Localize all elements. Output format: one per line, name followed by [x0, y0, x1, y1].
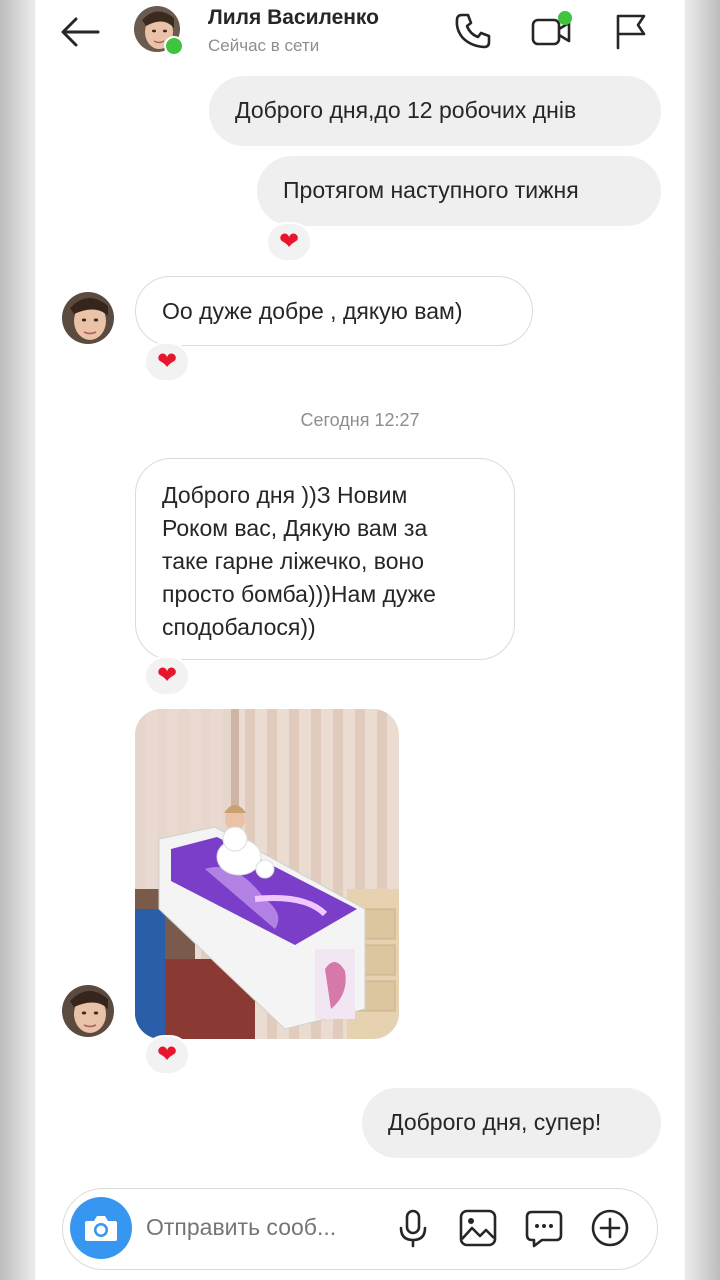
chat-screen: Лиля Василенко Сейчас в сети Доброго дня…	[36, 0, 684, 1280]
incoming-message[interactable]: Доброго дня ))З Новим Роком вас, Дякую в…	[135, 458, 515, 660]
more-options-button[interactable]	[588, 1206, 632, 1250]
back-arrow-icon	[61, 17, 100, 47]
message-text: Протягом наступного тижня	[283, 177, 579, 203]
message-line: Доброго дня ))З Новим	[162, 482, 408, 508]
sticker-button[interactable]	[522, 1206, 566, 1250]
incoming-message[interactable]: Оо дуже добре , дякую вам)	[135, 276, 533, 346]
audio-call-button[interactable]	[452, 10, 494, 52]
back-button[interactable]	[58, 12, 102, 52]
chat-header: Лиля Василенко Сейчас в сети	[36, 0, 684, 64]
sender-avatar[interactable]	[62, 985, 114, 1037]
flag-icon	[616, 14, 646, 50]
bed-photo	[135, 709, 399, 1039]
reaction-badge[interactable]: ❤	[144, 342, 190, 382]
plus-icon	[591, 1209, 629, 1247]
video-call-button[interactable]	[530, 10, 572, 52]
heart-reaction-icon: ❤	[278, 228, 300, 255]
header-avatar[interactable]	[134, 6, 184, 56]
sender-avatar[interactable]	[62, 292, 114, 344]
voice-message-button[interactable]	[391, 1206, 435, 1250]
heart-reaction-icon: ❤	[156, 662, 178, 689]
time-separator: Сегодня 12:27	[300, 410, 420, 430]
message-text: Доброго дня,до 12 робочих днів	[235, 97, 577, 123]
online-status: Сейчас в сети	[208, 36, 320, 55]
message-text: Доброго дня, супер!	[388, 1109, 602, 1135]
photo-message[interactable]	[135, 709, 399, 1039]
gallery-icon	[459, 1209, 497, 1247]
message-line: сподобалося))	[162, 614, 316, 640]
camera-button[interactable]	[70, 1197, 132, 1259]
microphone-icon	[399, 1209, 427, 1248]
reaction-badge[interactable]: ❤	[144, 656, 190, 696]
message-text: Оо дуже добре , дякую вам)	[162, 298, 463, 324]
message-line: таке гарне ліжечко, воно	[162, 548, 424, 574]
sticker-icon	[525, 1210, 563, 1248]
gallery-button[interactable]	[456, 1206, 500, 1250]
report-button[interactable]	[610, 10, 652, 52]
phone-icon	[455, 13, 491, 49]
camera-icon	[85, 1216, 117, 1241]
heart-reaction-icon: ❤	[156, 348, 178, 375]
message-line: Роком вас, Дякую вам за	[162, 515, 428, 541]
reaction-badge[interactable]: ❤	[266, 222, 312, 262]
outgoing-message[interactable]: Доброго дня,до 12 робочих днів	[209, 76, 661, 146]
message-input[interactable]	[146, 1214, 376, 1241]
video-icon	[531, 11, 572, 46]
contact-name[interactable]: Лиля Василенко	[208, 6, 379, 30]
online-indicator	[164, 36, 184, 56]
outgoing-message[interactable]: Доброго дня, супер!	[362, 1088, 661, 1158]
message-line: просто бомба)))Нам дуже	[162, 581, 436, 607]
outgoing-message[interactable]: Протягом наступного тижня	[257, 156, 661, 226]
heart-reaction-icon: ❤	[156, 1041, 178, 1068]
reaction-badge[interactable]: ❤	[144, 1035, 190, 1075]
